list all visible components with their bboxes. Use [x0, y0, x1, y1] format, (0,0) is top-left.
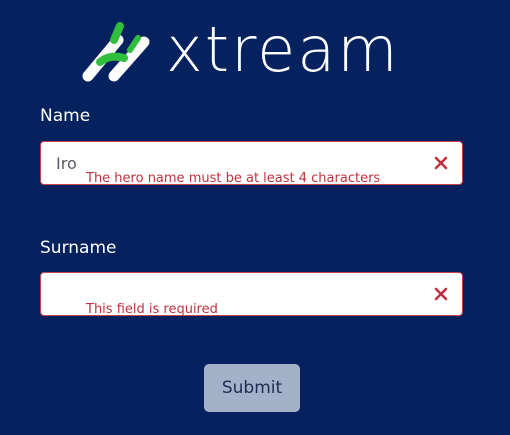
name-error-message: The hero name must be at least 4 charact…: [86, 171, 381, 186]
submit-button[interactable]: Submit: [204, 364, 300, 412]
brand-logo: xtream: [80, 13, 430, 86]
name-label: Name: [40, 106, 91, 126]
surname-label: Surname: [40, 238, 117, 258]
close-x-icon[interactable]: [434, 156, 448, 170]
close-x-icon[interactable]: [434, 287, 448, 301]
name-input[interactable]: Iro The hero name must be at least 4 cha…: [40, 141, 463, 186]
brand-name: xtream: [166, 13, 400, 86]
surname-error-message: This field is required: [86, 302, 218, 317]
xtream-logo-icon: [82, 22, 150, 82]
name-input-value: Iro: [56, 154, 77, 173]
surname-input[interactable]: This field is required: [40, 272, 463, 317]
